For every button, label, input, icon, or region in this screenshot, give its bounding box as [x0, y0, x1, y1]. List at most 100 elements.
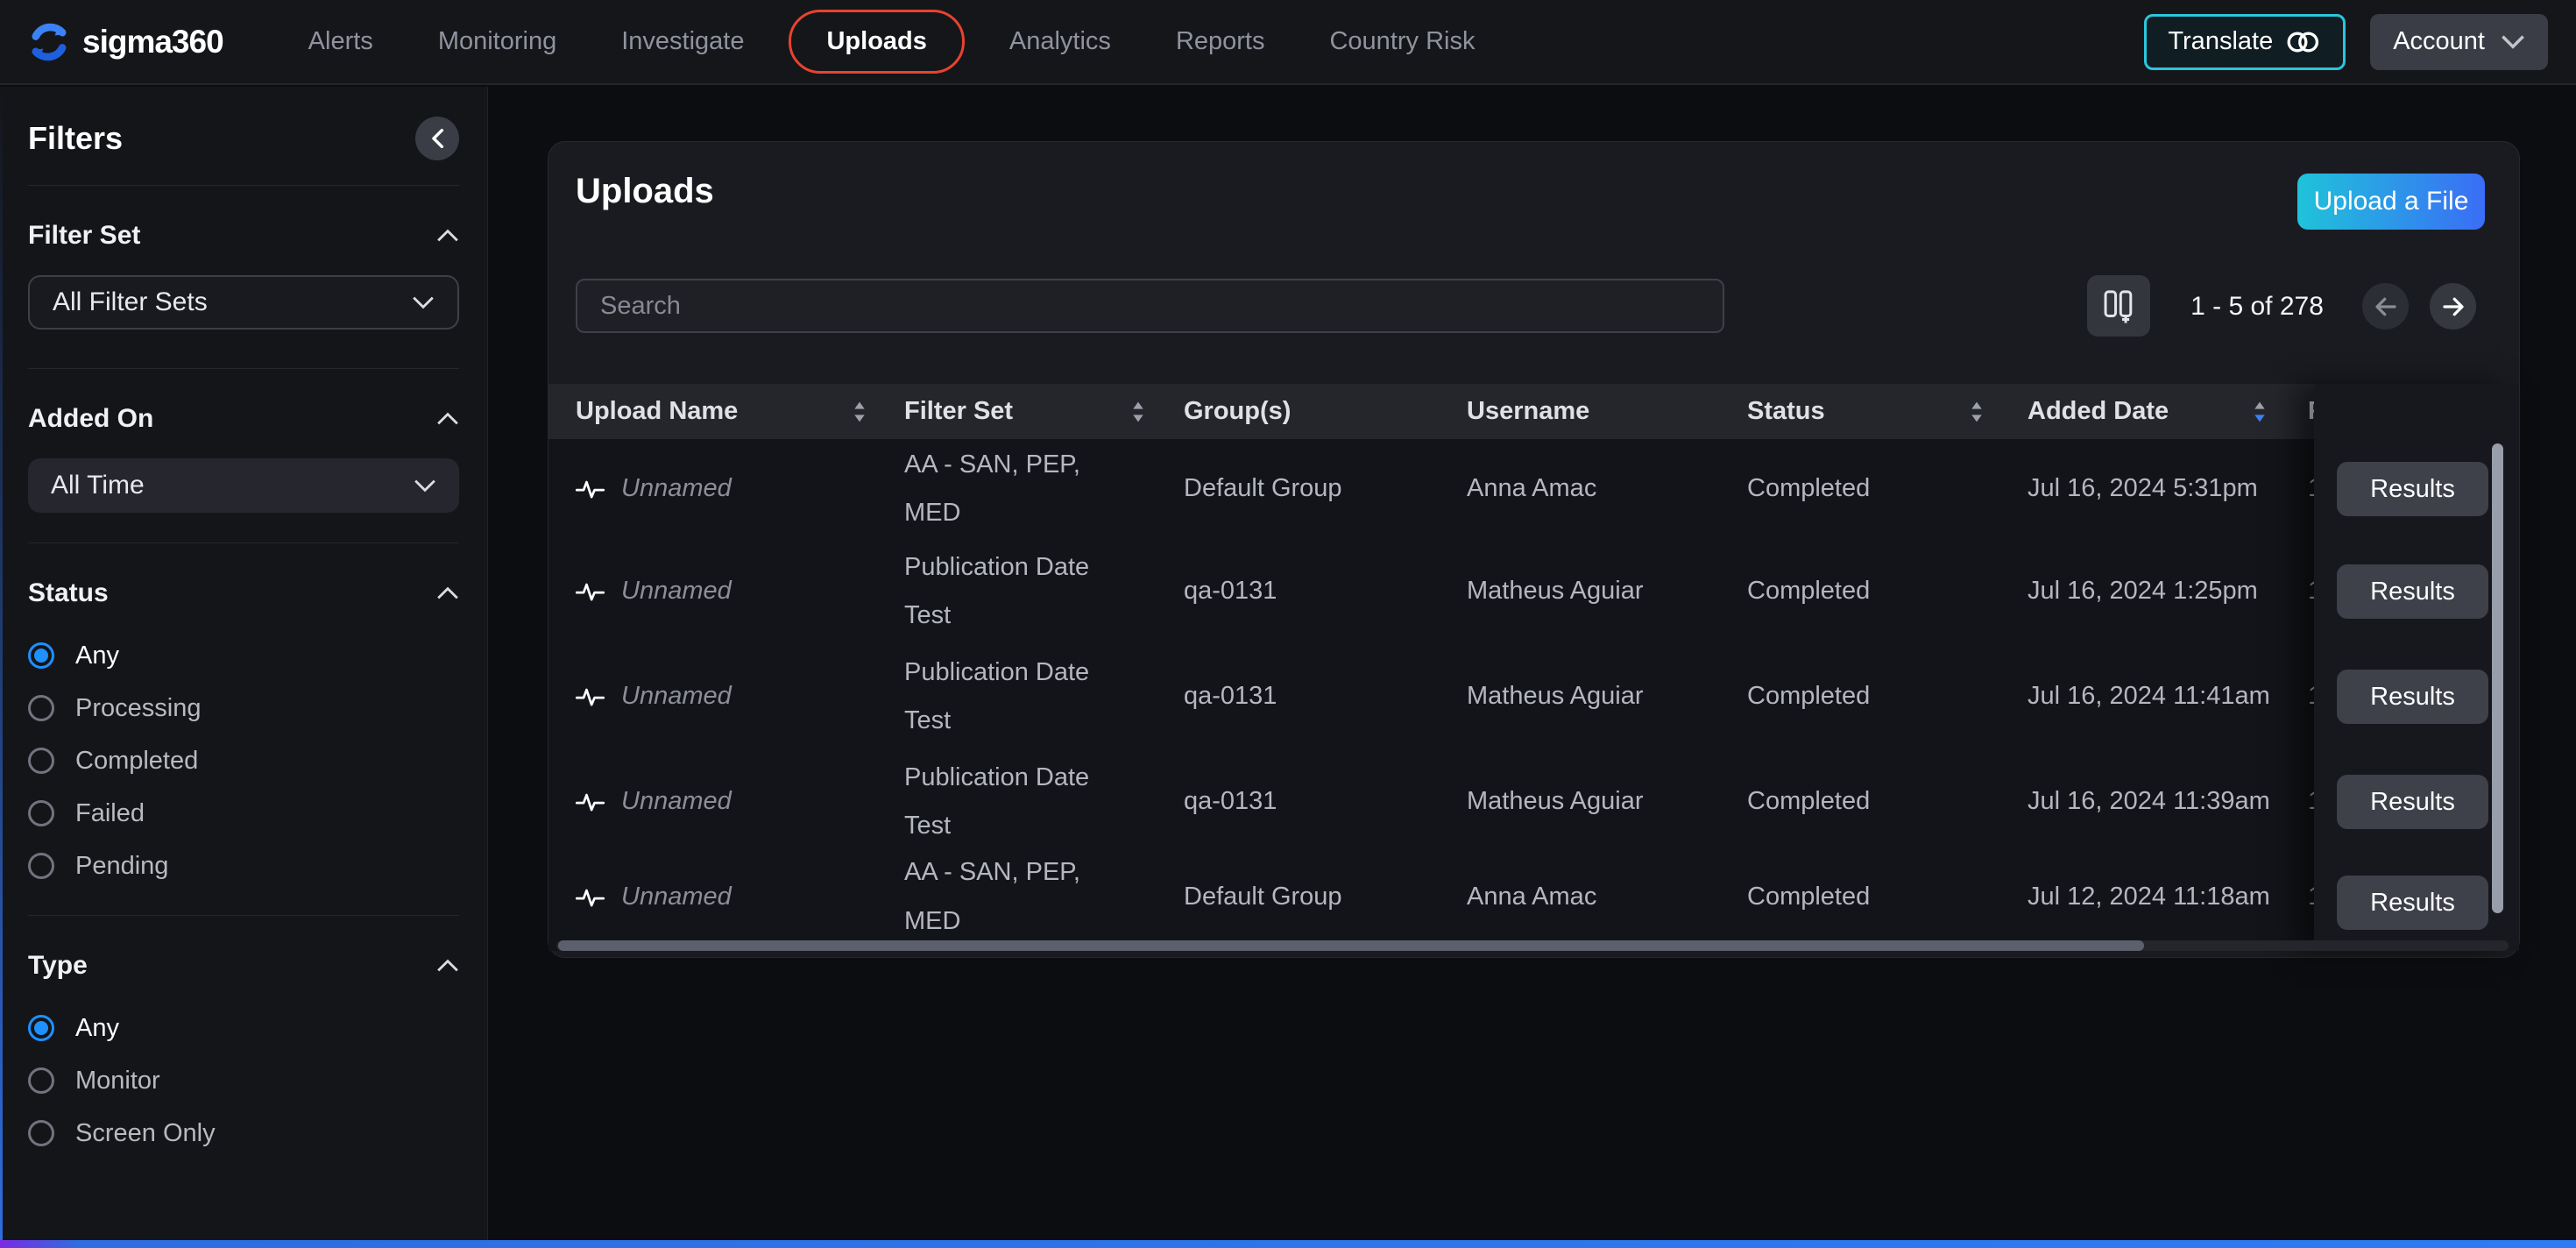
added-on-section-header[interactable]: Added On: [28, 404, 459, 434]
table-header-row: Upload Name Filter Set Group(s) Username…: [548, 384, 2314, 439]
brand-logo[interactable]: sigma360: [26, 19, 224, 65]
status-radio-pending[interactable]: Pending: [28, 840, 459, 892]
added-date-cell: Jul 16, 2024 1:25pm: [2028, 577, 2258, 606]
search-input[interactable]: [576, 279, 1724, 333]
bottom-accent-bar: [0, 1240, 2576, 1248]
type-radio-monitor[interactable]: Monitor: [28, 1054, 459, 1107]
radio-icon: [28, 1067, 54, 1094]
sort-icon[interactable]: [853, 401, 867, 423]
nav-item-analytics[interactable]: Analytics: [977, 27, 1143, 56]
arrow-right-icon: [2440, 294, 2466, 320]
main-nav: Alerts Monitoring Investigate Uploads An…: [276, 10, 1508, 74]
sidebar-collapse-button[interactable]: [415, 117, 459, 160]
type-radio-any[interactable]: Any: [28, 1002, 459, 1054]
status-section-header[interactable]: Status: [28, 578, 459, 608]
page-title: Uploads: [576, 172, 714, 210]
column-header-username: Username: [1467, 397, 1590, 425]
column-header-status[interactable]: Status: [1747, 384, 1984, 439]
translate-button[interactable]: Translate: [2144, 13, 2346, 70]
chevron-up-icon: [436, 586, 459, 600]
manage-columns-button[interactable]: [2087, 275, 2150, 337]
filters-sidebar: Filters Filter Set All Filter Sets Added…: [0, 87, 488, 1240]
status-radio-any[interactable]: Any: [28, 629, 459, 682]
added-on-value: All Time: [51, 471, 145, 500]
chevron-up-icon: [436, 412, 459, 426]
nav-item-reports[interactable]: Reports: [1143, 27, 1298, 56]
nav-item-alerts[interactable]: Alerts: [276, 27, 406, 56]
table-row[interactable]: Unnamed Publication Date Test qa-0131 Ma…: [548, 539, 2314, 644]
username-cell: Matheus Aguiar: [1467, 577, 1644, 606]
table-row[interactable]: Unnamed AA - SAN, PEP, MED Default Group…: [548, 439, 2314, 539]
upload-name-cell: Unnamed: [621, 787, 732, 816]
results-button[interactable]: Results: [2337, 564, 2488, 619]
type-label: Type: [28, 951, 88, 980]
nav-item-investigate[interactable]: Investigate: [589, 27, 776, 56]
chevron-up-icon: [436, 229, 459, 243]
added-on-label: Added On: [28, 404, 154, 433]
added-date-cell: Jul 16, 2024 11:39am: [2028, 787, 2270, 816]
truncated-cell: 1: [2308, 749, 2314, 854]
status-radio-failed[interactable]: Failed: [28, 787, 459, 840]
account-button[interactable]: Account: [2370, 13, 2548, 70]
type-section-header[interactable]: Type: [28, 951, 459, 981]
radio-icon: [28, 853, 54, 879]
sidebar-accent-bar: [0, 87, 3, 1240]
uploads-card: Uploads Upload a File 1 - 5 of 278 Uploa…: [548, 141, 2520, 958]
status-cell: Completed: [1747, 474, 1871, 503]
column-header-groups: Group(s): [1184, 397, 1292, 425]
radio-selected-icon: [28, 1015, 54, 1041]
radio-icon: [28, 1120, 54, 1146]
status-cell: Completed: [1747, 882, 1871, 911]
nav-item-country-risk[interactable]: Country Risk: [1297, 27, 1507, 56]
chevron-down-icon: [414, 479, 436, 493]
username-cell: Matheus Aguiar: [1467, 682, 1644, 711]
column-header-filter-set[interactable]: Filter Set: [904, 384, 1145, 439]
sort-icon[interactable]: [1131, 401, 1145, 423]
results-button[interactable]: Results: [2337, 670, 2488, 724]
truncated-cell: 1: [2308, 439, 2314, 539]
upload-name-cell: Unnamed: [621, 474, 732, 503]
added-date-cell: Jul 12, 2024 11:18am: [2028, 882, 2270, 911]
table-row[interactable]: Unnamed Publication Date Test qa-0131 Ma…: [548, 749, 2314, 854]
filter-set-section-header[interactable]: Filter Set: [28, 221, 459, 251]
sigma360-logo-icon: [26, 19, 72, 65]
filter-set-label: Filter Set: [28, 221, 141, 250]
status-label: Status: [28, 578, 109, 607]
sort-icon[interactable]: [1970, 401, 1984, 423]
added-date-cell: Jul 16, 2024 11:41am: [2028, 682, 2270, 711]
results-button[interactable]: Results: [2337, 876, 2488, 930]
filter-set-cell: Publication Date Test: [904, 762, 1090, 840]
waveform-icon: [576, 885, 605, 910]
upload-a-file-button[interactable]: Upload a File: [2297, 174, 2485, 230]
added-on-select[interactable]: All Time: [28, 458, 459, 513]
results-button[interactable]: Results: [2337, 462, 2488, 516]
truncated-cell: 1: [2308, 539, 2314, 644]
sort-icon-descending-active[interactable]: [2253, 401, 2267, 423]
columns-add-icon: [2098, 286, 2139, 326]
filter-set-select[interactable]: All Filter Sets: [28, 275, 459, 330]
status-cell: Completed: [1747, 577, 1871, 606]
column-header-added-date[interactable]: Added Date: [2028, 384, 2267, 439]
nav-item-uploads-active[interactable]: Uploads: [789, 10, 965, 74]
table-row[interactable]: Unnamed AA - SAN, PEP, MED Default Group…: [548, 854, 2314, 940]
results-button[interactable]: Results: [2337, 775, 2488, 829]
status-radio-processing[interactable]: Processing: [28, 682, 459, 734]
upload-name-cell: Unnamed: [621, 682, 732, 711]
type-radio-group: Any Monitor Screen Only: [28, 1002, 459, 1159]
horizontal-scrollbar-thumb[interactable]: [558, 940, 2144, 951]
type-radio-screen-only[interactable]: Screen Only: [28, 1107, 459, 1159]
previous-page-button[interactable]: [2362, 283, 2409, 330]
radio-icon: [28, 748, 54, 774]
vertical-scrollbar-thumb[interactable]: [2492, 443, 2503, 913]
next-page-button[interactable]: [2430, 283, 2476, 330]
upload-name-cell: Unnamed: [621, 882, 732, 911]
status-cell: Completed: [1747, 787, 1871, 816]
username-cell: Anna Amac: [1467, 474, 1597, 503]
column-header-upload-name[interactable]: Upload Name: [576, 384, 867, 439]
username-cell: Anna Amac: [1467, 882, 1597, 911]
table-row[interactable]: Unnamed Publication Date Test qa-0131 Ma…: [548, 644, 2314, 749]
brand-name: sigma360: [82, 23, 224, 60]
nav-item-monitoring[interactable]: Monitoring: [406, 27, 589, 56]
status-radio-completed[interactable]: Completed: [28, 734, 459, 787]
filter-set-cell: Publication Date Test: [904, 657, 1090, 734]
